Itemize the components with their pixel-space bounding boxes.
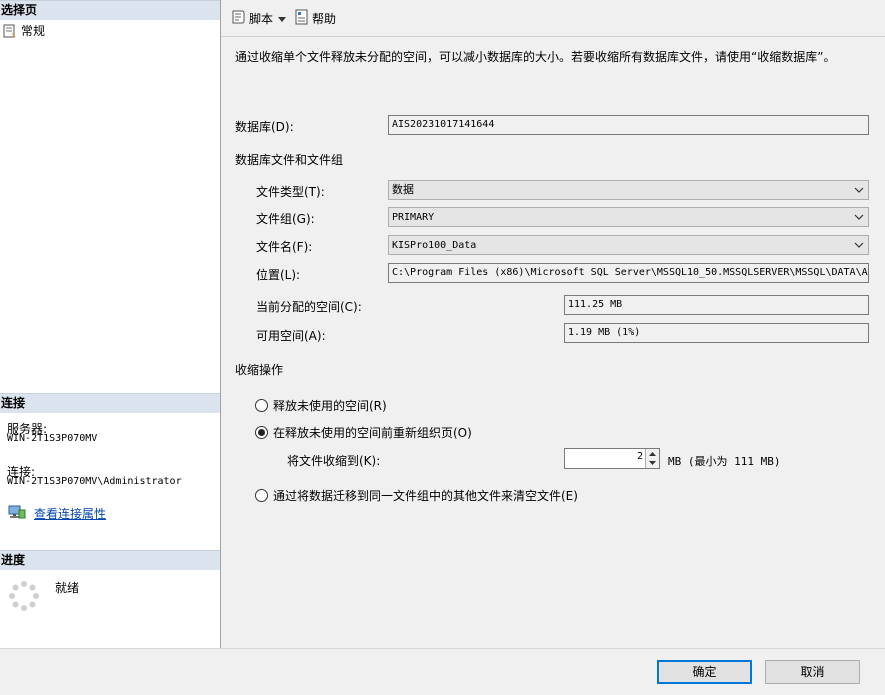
dialog-button-bar: 确定 取消 [0, 648, 885, 695]
page-item-label: 常规 [21, 24, 46, 38]
description-text: 通过收缩单个文件释放未分配的空间，可以减小数据库的大小。若要收缩所有数据库文件，… [235, 50, 836, 64]
connection-header: 连接 [0, 393, 220, 413]
filegroup-value: PRIMARY [392, 212, 435, 223]
filegroup-label: 文件组(G): [256, 212, 315, 226]
files-group-title: 数据库文件和文件组 [235, 153, 344, 167]
page-item-general[interactable]: 常规 [2, 22, 45, 39]
script-label: 脚本 [249, 11, 274, 26]
view-connection-properties-label[interactable]: 查看连接属性 [34, 505, 106, 522]
release-unused-radio[interactable]: 释放未使用的空间(R) [255, 397, 387, 414]
script-icon [230, 9, 246, 28]
ok-button[interactable]: 确定 [657, 660, 752, 684]
radio-circle [255, 399, 268, 412]
filegroup-select[interactable]: PRIMARY [388, 207, 869, 227]
select-page-header: 选择页 [0, 0, 220, 20]
available-space-field[interactable]: 1.19 MB (1%) [564, 323, 869, 343]
radio-circle [255, 489, 268, 502]
allocated-space-field[interactable]: 111.25 MB [564, 295, 869, 315]
chevron-down-icon [854, 238, 864, 258]
allocated-space-label: 当前分配的空间(C): [256, 300, 362, 314]
help-icon [295, 9, 309, 28]
empty-file-radio[interactable]: 通过将数据迁移到同一文件组中的其他文件来清空文件(E) [255, 487, 578, 504]
database-label: 数据库(D): [235, 120, 294, 134]
toolbar: 脚本 帮助 [221, 0, 885, 37]
available-space-label: 可用空间(A): [256, 329, 326, 343]
filename-select[interactable]: KISPro100_Data [388, 235, 869, 255]
radio-circle-selected [255, 426, 268, 439]
shrink-to-stepper[interactable]: 2 [564, 448, 660, 469]
file-type-value: 数据 [392, 183, 414, 196]
chevron-down-icon [854, 183, 864, 203]
filename-value: KISPro100_Data [392, 240, 477, 251]
stepper-arrows[interactable] [645, 449, 659, 468]
help-button[interactable]: 帮助 [293, 7, 338, 29]
database-field[interactable]: AIS20231017141644 [388, 115, 869, 135]
reorganize-label: 在释放未使用的空间前重新组织页(O) [273, 426, 472, 440]
cancel-button[interactable]: 取消 [765, 660, 860, 684]
release-unused-label: 释放未使用的空间(R) [273, 399, 387, 413]
location-label: 位置(L): [256, 268, 301, 282]
file-type-label: 文件类型(T): [256, 185, 325, 199]
right-pane: 脚本 帮助 通过收缩单个文件释放未分配的空间，可以减小数据库的大小。若要收缩所有… [221, 0, 885, 648]
reorganize-radio[interactable]: 在释放未使用的空间前重新组织页(O) [255, 424, 472, 441]
stepper-down-icon[interactable] [646, 458, 659, 467]
connection-properties-icon [8, 504, 26, 523]
script-button[interactable]: 脚本 [228, 7, 275, 29]
page-icon [2, 24, 18, 38]
empty-file-label: 通过将数据迁移到同一文件组中的其他文件来清空文件(E) [273, 489, 578, 503]
connection-value: WIN-2T1S3P070MV\Administrator [7, 476, 182, 487]
stepper-up-icon[interactable] [646, 449, 659, 458]
shrink-to-label: 将文件收缩到(K): [287, 454, 381, 468]
server-value: WIN-2T1S3P070MV [7, 433, 98, 444]
file-type-select[interactable]: 数据 [388, 180, 869, 200]
chevron-down-icon [278, 11, 287, 25]
help-label: 帮助 [312, 11, 337, 26]
progress-header: 进度 [0, 550, 220, 570]
left-pane: 选择页 常规 连接 服务器: WIN-2T1S3P070MV 连接: WIN-2… [0, 0, 221, 648]
script-dropdown-button[interactable] [277, 7, 287, 29]
progress-status: 就绪 [55, 581, 80, 595]
chevron-down-icon [854, 210, 864, 230]
shrink-action-title: 收缩操作 [235, 363, 284, 377]
shrink-to-value: 2 [636, 451, 643, 462]
progress-spinner-icon [8, 580, 40, 615]
shrink-unit-hint: MB (最小为 111 MB) [668, 455, 781, 468]
location-field[interactable]: C:\Program Files (x86)\Microsoft SQL Ser… [388, 263, 869, 283]
filename-label: 文件名(F): [256, 240, 313, 254]
view-connection-properties-link[interactable]: 查看连接属性 [8, 504, 106, 523]
